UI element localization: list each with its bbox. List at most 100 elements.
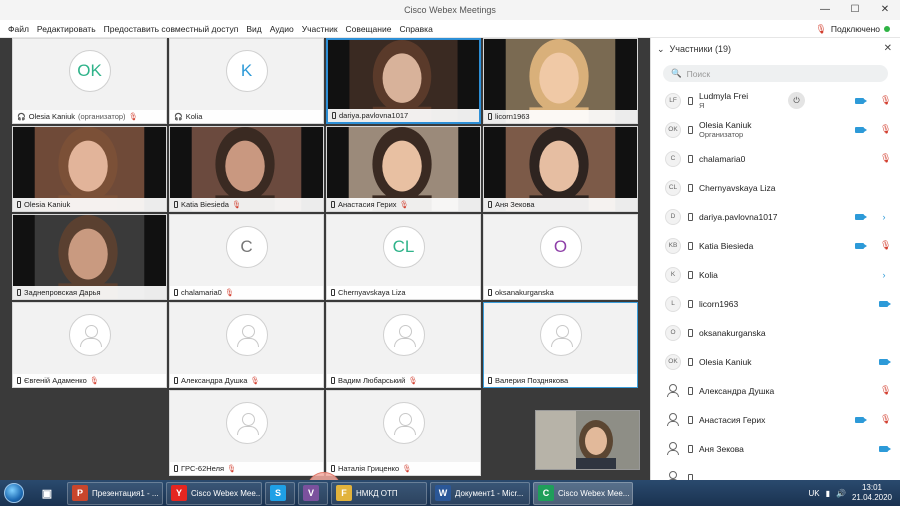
- video-tile[interactable]: Olesia Kaniuk: [12, 126, 167, 212]
- chevron-right-icon[interactable]: ›: [880, 270, 888, 280]
- participant-row[interactable]: Аня Зекова: [651, 434, 900, 463]
- close-panel-icon[interactable]: ✕: [884, 43, 892, 54]
- video-tile[interactable]: Вадим Любарський 🎙: [326, 302, 481, 388]
- video-tile[interactable]: dariya.pavlovna1017: [326, 38, 481, 124]
- video-tile[interactable]: Katia Biesieda 🎙: [169, 126, 324, 212]
- person-icon: [665, 411, 681, 428]
- taskbar-button[interactable]: Y Cisco Webex Mee...: [166, 481, 262, 505]
- participant-avatar: LF: [665, 92, 681, 109]
- camera-icon[interactable]: [879, 445, 891, 452]
- presenter-ball-icon[interactable]: ⏻: [788, 92, 805, 109]
- video-tile[interactable]: K 🎧 Kolia: [169, 38, 324, 124]
- menu-edit[interactable]: Редактировать: [33, 24, 100, 34]
- video-tile[interactable]: Cchalamaria0 🎙: [169, 214, 324, 300]
- menu-meeting[interactable]: Совещание: [342, 24, 396, 34]
- participants-title: Участники (19): [669, 44, 732, 54]
- participant-name: Анастасия Герих: [699, 414, 766, 425]
- menu-help[interactable]: Справка: [395, 24, 436, 34]
- video-tile[interactable]: Євгеній Адаменко 🎙: [12, 302, 167, 388]
- camera-icon[interactable]: [855, 97, 867, 104]
- video-tile[interactable]: Анастасия Герих 🎙: [326, 126, 481, 212]
- phone-icon: [688, 270, 693, 279]
- participant-avatar: K: [665, 266, 681, 283]
- minimize-button[interactable]: —: [810, 0, 840, 20]
- video-tile[interactable]: Наталія Гриценко 🎙: [326, 390, 481, 476]
- taskbar-button-label: Cisco Webex Mee...: [558, 488, 630, 498]
- close-window-button[interactable]: ✕: [870, 0, 900, 20]
- tile-name-label: Анастасия Герих 🎙: [327, 198, 480, 211]
- tile-name-label: Katia Biesieda 🎙: [170, 198, 323, 211]
- mic-muted-icon: 🎙: [231, 200, 242, 209]
- mic-muted-icon[interactable]: 🎙: [880, 124, 891, 135]
- taskbar-button-label: Документ1 - Micr...: [455, 488, 524, 498]
- taskbar-button[interactable]: S: [265, 481, 295, 505]
- taskbar-button[interactable]: C Cisco Webex Mee...: [533, 481, 633, 505]
- video-tile[interactable]: Александра Душка 🎙: [169, 302, 324, 388]
- taskbar-button[interactable]: V: [298, 481, 328, 505]
- video-tile[interactable]: Валерия Позднякова: [483, 302, 638, 388]
- mic-muted-icon[interactable]: 🎙: [880, 153, 891, 164]
- participant-row[interactable]: CL Chernyavskaya Liza: [651, 173, 900, 202]
- mic-muted-icon[interactable]: 🎙: [880, 385, 891, 396]
- participant-row[interactable]: OK Olesia Kaniuk Организатор 🎙: [651, 115, 900, 144]
- taskbar-button[interactable]: F НМКД ОТП: [331, 481, 427, 505]
- volume-icon[interactable]: 🔊: [836, 489, 846, 498]
- camera-icon[interactable]: [855, 242, 867, 249]
- participant-status-icons: ›: [855, 202, 888, 231]
- video-tile[interactable]: Заднепровская Дарья: [12, 214, 167, 300]
- person-icon: [665, 469, 681, 480]
- camera-icon[interactable]: [855, 416, 867, 423]
- participant-row[interactable]: Анастасия Герих 🎙: [651, 405, 900, 434]
- participant-row[interactable]: Cchalamaria0 🎙: [651, 144, 900, 173]
- participant-name: chalamaria0: [699, 153, 746, 164]
- camera-icon[interactable]: [879, 300, 891, 307]
- video-tile[interactable]: OK 🎧 Olesia Kaniuk (организатор) 🎙: [12, 38, 167, 124]
- participant-search-input[interactable]: 🔍 Поиск: [663, 65, 888, 82]
- participant-row[interactable]: OK Olesia Kaniuk: [651, 347, 900, 376]
- phone-icon: [688, 154, 693, 163]
- menu-share[interactable]: Предоставить совместный доступ: [100, 24, 243, 34]
- maximize-button[interactable]: ☐: [840, 0, 870, 20]
- participant-row[interactable]: [651, 463, 900, 480]
- mic-muted-icon[interactable]: 🎙: [880, 95, 891, 106]
- participant-row[interactable]: LF Ludmyla Frei Я ⏻ 🎙: [651, 86, 900, 115]
- tile-participant-name: chalamaria0: [181, 288, 222, 297]
- participant-row[interactable]: Ddariya.pavlovna1017 ›: [651, 202, 900, 231]
- mic-muted-icon: 🎙: [227, 464, 237, 473]
- camera-icon[interactable]: [855, 126, 867, 133]
- menu-view[interactable]: Вид: [242, 24, 265, 34]
- participants-header[interactable]: ⌄ Участники (19) ✕: [651, 38, 900, 60]
- menu-audio[interactable]: Аудио: [266, 24, 298, 34]
- participant-name-block: Katia Biesieda: [699, 241, 753, 251]
- windows-taskbar: ▣ P Презентация1 - ... Y Cisco Webex Mee...…: [0, 480, 900, 506]
- participant-status-icons: 🎙: [880, 376, 891, 405]
- clock[interactable]: 13:01 21.04.2020: [852, 483, 892, 503]
- network-icon[interactable]: ▮: [826, 489, 830, 498]
- video-tile[interactable]: ГРС-62Неля 🎙: [169, 390, 324, 476]
- participant-row[interactable]: KB Katia Biesieda 🎙: [651, 231, 900, 260]
- menu-participant[interactable]: Участник: [298, 24, 342, 34]
- lang-indicator[interactable]: UK: [808, 489, 819, 498]
- taskbar-button[interactable]: W Документ1 - Micr...: [430, 481, 530, 505]
- taskbar-explorer-icon[interactable]: ▣: [30, 481, 64, 505]
- participant-row[interactable]: Llicorn1963: [651, 289, 900, 318]
- participant-row[interactable]: Ooksanakurganska: [651, 318, 900, 347]
- window-controls: — ☐ ✕: [810, 0, 900, 20]
- video-tile[interactable]: Аня Зекова: [483, 126, 638, 212]
- mic-muted-icon[interactable]: 🎙: [880, 240, 891, 251]
- self-video-preview[interactable]: [535, 410, 640, 470]
- mic-muted-icon[interactable]: 🎙: [880, 414, 891, 425]
- tile-participant-name: Валерия Позднякова: [495, 376, 569, 385]
- video-tile[interactable]: Ooksanakurganska: [483, 214, 638, 300]
- menu-file[interactable]: Файл: [4, 24, 33, 34]
- participant-row[interactable]: K Kolia ›: [651, 260, 900, 289]
- participant-row[interactable]: Александра Душка 🎙: [651, 376, 900, 405]
- chevron-right-icon[interactable]: ›: [880, 212, 888, 222]
- camera-icon[interactable]: [879, 358, 891, 365]
- start-button[interactable]: [0, 480, 28, 506]
- taskbar-button[interactable]: P Презентация1 - ...: [67, 481, 163, 505]
- camera-icon[interactable]: [855, 213, 867, 220]
- video-tile[interactable]: CL Chernyavskaya Liza: [326, 214, 481, 300]
- video-tile[interactable]: licorn1963: [483, 38, 638, 124]
- app-icon: F: [336, 485, 352, 501]
